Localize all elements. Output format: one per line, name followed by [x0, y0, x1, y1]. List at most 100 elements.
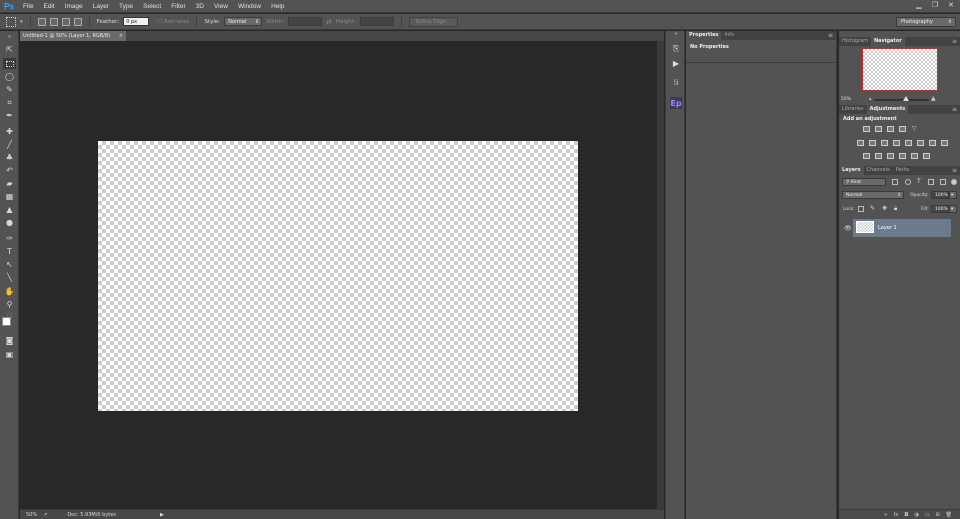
zoom-in-icon[interactable]: ▲ [931, 95, 936, 102]
menu-edit[interactable]: Edit [38, 0, 59, 13]
photo-filter-icon[interactable] [905, 140, 912, 146]
quick-select-tool-icon[interactable]: ✎ [3, 84, 16, 95]
quick-mask-icon[interactable]: ◙ [3, 335, 16, 346]
tab-info[interactable]: Info [721, 31, 736, 40]
foreground-color-swatch[interactable] [2, 317, 11, 326]
navigator-zoom[interactable]: 50% [841, 97, 851, 102]
panel-menu-icon[interactable]: ≡ [828, 31, 833, 40]
blend-mode-select[interactable]: Normal ⇕ [842, 191, 904, 199]
filter-adjustment-icon[interactable] [905, 179, 911, 185]
workspace-select[interactable]: Photography ⇕ [896, 17, 956, 27]
actions-icon[interactable]: ▶ [670, 57, 682, 69]
new-layer-icon[interactable]: ⊞ [935, 512, 939, 518]
tab-properties[interactable]: Properties [686, 31, 722, 40]
type-tool-icon[interactable]: T [3, 246, 16, 257]
panel-menu-icon[interactable]: ≡ [952, 37, 957, 46]
adjustment-icon[interactable]: ◑ [914, 512, 918, 518]
document-canvas[interactable] [98, 141, 578, 411]
path-select-tool-icon[interactable]: ↖ [3, 259, 16, 270]
antialias-checkbox-label[interactable]: ☐ Anti-alias [157, 19, 189, 25]
intersect-selection-icon[interactable] [73, 17, 82, 26]
fill-input[interactable]: 100% [931, 205, 949, 213]
zoom-level[interactable]: 50% [26, 512, 37, 518]
brightness-icon[interactable] [863, 126, 870, 132]
dodge-tool-icon[interactable]: ● [3, 217, 16, 228]
new-selection-icon[interactable] [37, 17, 46, 26]
menu-view[interactable]: View [209, 0, 233, 13]
menu-3d[interactable]: 3D [191, 0, 209, 13]
chevron-right-icon[interactable]: ▶ [160, 512, 164, 518]
minimize-button[interactable]: ▁ [914, 1, 924, 10]
eraser-tool-icon[interactable]: ▰ [3, 178, 16, 189]
restore-button[interactable]: ❐ [930, 1, 940, 10]
zoom-out-icon[interactable]: ▴ [869, 96, 872, 102]
tab-libraries[interactable]: Libraries [839, 105, 867, 114]
menu-file[interactable]: File [18, 0, 38, 13]
eye-icon[interactable]: 👁︎ [844, 225, 852, 232]
vertical-scrollbar[interactable] [656, 41, 664, 509]
fx-icon[interactable]: fx [894, 512, 899, 518]
menu-filter[interactable]: Filter [166, 0, 190, 13]
move-tool-icon[interactable]: ⇱ [3, 44, 16, 55]
tab-channels[interactable]: Channels [864, 166, 893, 175]
menu-layer[interactable]: Layer [88, 0, 114, 13]
threshold-icon[interactable] [887, 153, 894, 159]
menu-window[interactable]: Window [233, 0, 266, 13]
screen-mode-icon[interactable]: ▣ [3, 349, 16, 360]
subtract-selection-icon[interactable] [61, 17, 70, 26]
gradient-map-adj-icon[interactable] [899, 153, 906, 159]
opacity-dropdown[interactable]: ▾ [949, 191, 957, 199]
export-icon[interactable]: ↗ [43, 512, 47, 518]
slider-handle[interactable] [903, 96, 909, 101]
lock-transparent-icon[interactable] [858, 206, 864, 212]
extension-ep-icon[interactable]: Ep [670, 97, 682, 109]
invert-icon[interactable] [863, 153, 870, 159]
hue-saturation-icon[interactable] [869, 140, 876, 146]
panel-menu-icon[interactable]: ≡ [952, 166, 957, 175]
height-input[interactable] [359, 17, 394, 26]
lasso-tool-icon[interactable]: ◯ [3, 71, 16, 82]
tab-layers[interactable]: Layers [839, 166, 864, 175]
filter-shape-icon[interactable] [928, 179, 934, 185]
tab-adjustments[interactable]: Adjustments [866, 105, 909, 114]
exposure-icon[interactable] [899, 126, 906, 132]
filter-toggle-icon[interactable] [951, 179, 957, 185]
add-selection-icon[interactable] [49, 17, 58, 26]
tab-paths[interactable]: Paths [893, 166, 913, 175]
brush-tool-icon[interactable]: ╱ [3, 139, 16, 150]
close-button[interactable]: ✕ [946, 1, 956, 10]
chevron-down-icon[interactable]: ▾ [20, 19, 23, 25]
vibrance-icon[interactable] [857, 140, 864, 146]
layer-filter-kind[interactable]: ⚲ Kind [842, 178, 886, 186]
folder-icon[interactable]: ▭ [925, 512, 930, 518]
fill-dropdown[interactable]: ▾ [949, 205, 957, 213]
eyedropper-tool-icon[interactable]: ✒ [3, 110, 16, 121]
opacity-input[interactable]: 100% [931, 191, 949, 199]
color-lookup-icon[interactable] [929, 140, 936, 146]
lock-pixels-icon[interactable]: ✎ [870, 205, 875, 212]
color-balance-icon[interactable] [881, 140, 888, 146]
swap-icon[interactable]: ⇄ [326, 18, 332, 26]
black-white-icon[interactable] [893, 140, 900, 146]
collapse-toolbar-icon[interactable]: » [3, 34, 16, 40]
blur-tool-icon[interactable]: ▲ [3, 204, 16, 215]
layer-row[interactable]: Layer 1 [853, 219, 951, 237]
pen-tool-icon[interactable]: ✑ [3, 233, 16, 244]
gradient-map-icon[interactable]: ▽ [911, 125, 918, 132]
shadows-icon[interactable] [923, 153, 930, 159]
curves-icon[interactable] [887, 126, 894, 132]
info-panel-icon[interactable]: ⁞i [670, 76, 682, 88]
mask-icon[interactable]: ◘ [904, 512, 908, 518]
channel-mixer-icon[interactable] [917, 140, 924, 146]
history-icon[interactable]: ⎘ [670, 43, 682, 55]
hand-tool-icon[interactable]: ✋ [3, 286, 16, 297]
lock-position-icon[interactable]: ✥ [882, 205, 887, 212]
healing-brush-tool-icon[interactable]: ✚ [3, 126, 16, 137]
menu-image[interactable]: Image [60, 0, 88, 13]
menu-select[interactable]: Select [138, 0, 166, 13]
tab-histogram[interactable]: Histogram [839, 37, 871, 46]
document-tab[interactable]: Untitled-1 @ 50% (Layer 1, RGB/8) × [20, 31, 126, 41]
collapse-dock-icon[interactable]: « [670, 31, 682, 37]
filter-smart-object-icon[interactable] [940, 179, 946, 185]
levels-icon[interactable] [875, 126, 882, 132]
